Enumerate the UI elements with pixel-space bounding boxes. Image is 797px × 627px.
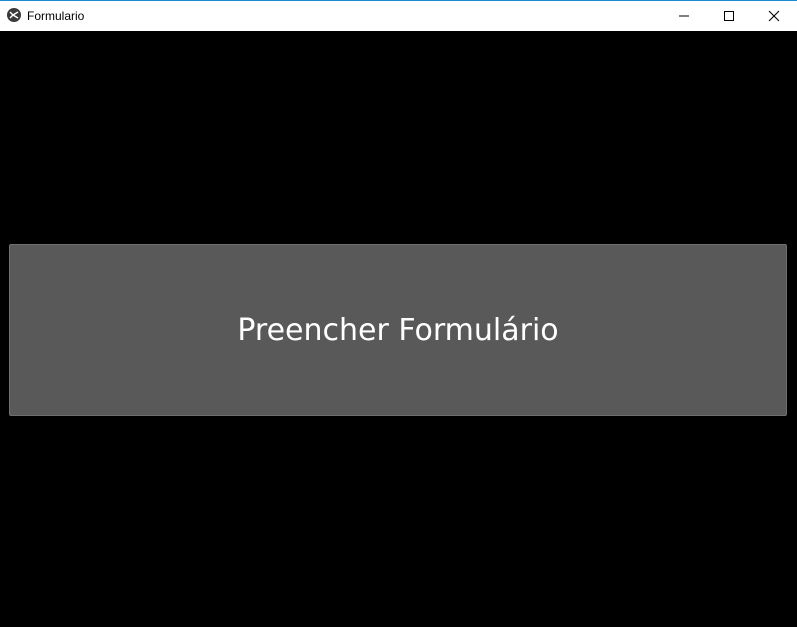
close-button[interactable] [751,1,797,31]
client-area: Preencher Formulário [0,31,797,627]
fill-form-button-label: Preencher Formulário [237,312,559,348]
title-bar[interactable]: Formulario [0,0,797,31]
minimize-icon [679,15,689,17]
maximize-button[interactable] [706,1,752,31]
app-window: Formulario Preencher Formulário [0,0,797,627]
kivy-logo-icon [7,8,21,22]
maximize-icon [724,11,734,21]
close-icon [768,10,780,22]
fill-form-button[interactable]: Preencher Formulário [9,244,787,416]
window-title: Formulario [27,9,85,23]
minimize-button[interactable] [661,1,707,31]
